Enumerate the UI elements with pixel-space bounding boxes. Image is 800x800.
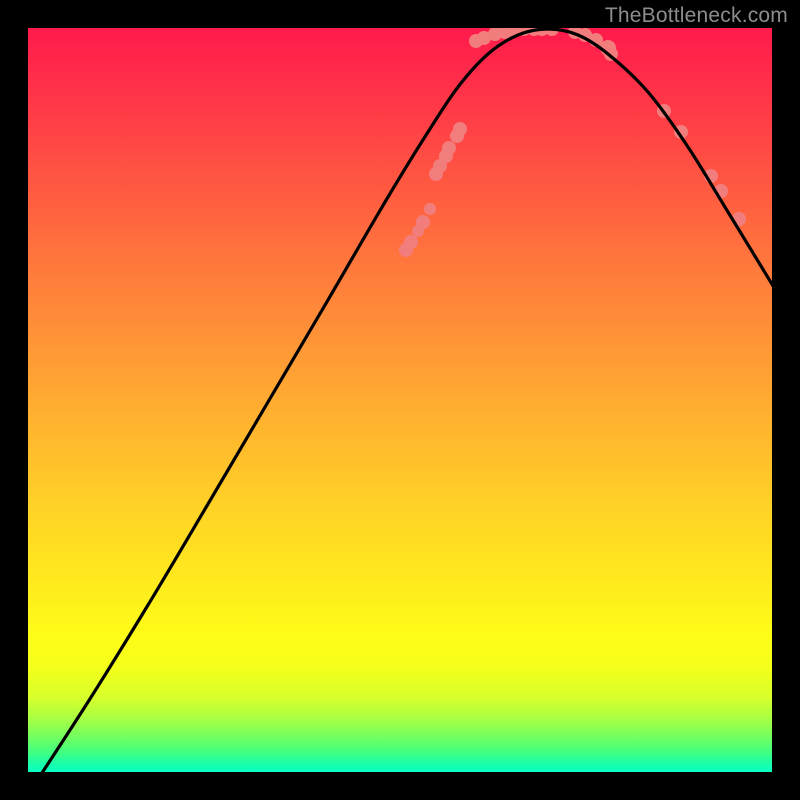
data-marker bbox=[442, 141, 456, 155]
plot-area bbox=[28, 28, 772, 772]
data-marker bbox=[416, 215, 430, 229]
bottleneck-curve bbox=[28, 29, 772, 772]
markers-group bbox=[399, 28, 746, 257]
data-marker bbox=[453, 122, 467, 136]
curve-layer bbox=[28, 28, 772, 772]
data-marker bbox=[404, 235, 418, 249]
chart-stage: TheBottleneck.com bbox=[0, 0, 800, 800]
data-marker bbox=[424, 203, 436, 215]
watermark-text: TheBottleneck.com bbox=[605, 4, 788, 28]
